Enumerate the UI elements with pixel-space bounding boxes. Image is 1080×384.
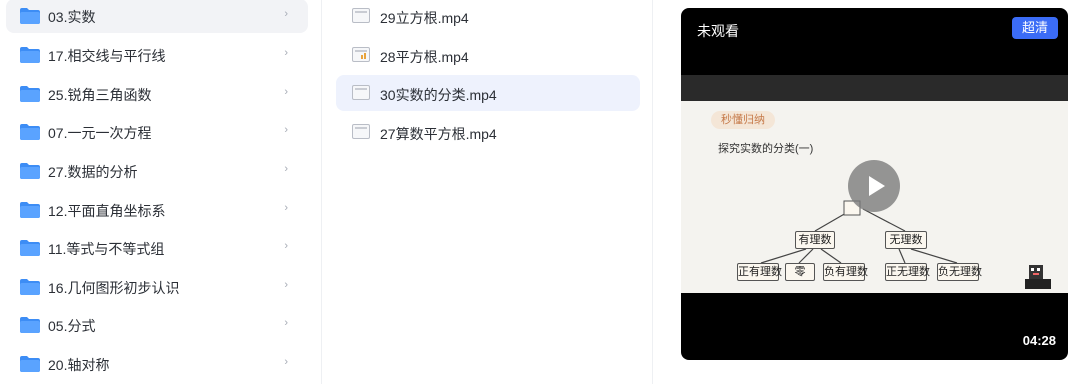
folder-icon (20, 317, 40, 333)
video-file-icon (352, 124, 370, 139)
chevron-right-icon: › (284, 8, 288, 20)
file-label: 29立方根.mp4 (380, 10, 469, 26)
folder-icon (20, 86, 40, 102)
folder-item[interactable]: 27.数据的分析 › (6, 154, 308, 188)
chevron-right-icon: › (284, 317, 288, 329)
folder-item[interactable]: 17.相交线与平行线 › (6, 38, 308, 72)
chevron-right-icon: › (284, 163, 288, 175)
folder-icon (20, 124, 40, 140)
video-duration: 04:28 (1022, 333, 1056, 348)
folder-list: 03.实数 › 17.相交线与平行线 › 25.锐角三角函数 › 07.一元一次… (0, 0, 322, 384)
chevron-right-icon: › (284, 279, 288, 291)
file-label: 27算数平方根.mp4 (380, 126, 497, 142)
chevron-right-icon: › (284, 124, 288, 136)
folder-label: 07.一元一次方程 (48, 125, 152, 141)
file-label: 28平方根.mp4 (380, 49, 469, 65)
video-frame-band (681, 75, 1068, 101)
folder-icon (20, 240, 40, 256)
chevron-right-icon: › (284, 86, 288, 98)
folder-icon (20, 356, 40, 372)
folder-label: 03.实数 (48, 9, 96, 25)
folder-label: 17.相交线与平行线 (48, 48, 166, 64)
node-positive-irrational: 正无理数 (885, 263, 930, 281)
folder-item[interactable]: 25.锐角三角函数 › (6, 77, 308, 111)
folder-item[interactable]: 12.平面直角坐标系 › (6, 193, 308, 227)
quality-button[interactable]: 超清 (1012, 17, 1058, 39)
folder-label: 25.锐角三角函数 (48, 87, 152, 103)
play-icon (869, 176, 885, 196)
mascot-icon (1025, 265, 1051, 289)
node-negative-irrational: 负无理数 (937, 263, 982, 281)
chevron-right-icon: › (284, 240, 288, 252)
play-button[interactable] (848, 160, 900, 212)
node-negative-rational: 负有理数 (823, 263, 868, 281)
folder-item[interactable]: 16.几何图形初步认识 › (6, 270, 308, 304)
folder-icon (20, 8, 40, 24)
node-positive-rational: 正有理数 (737, 263, 782, 281)
folder-item[interactable]: 20.轴对称 › (6, 347, 308, 381)
file-item[interactable]: 29立方根.mp4 (336, 0, 640, 34)
folder-label: 05.分式 (48, 318, 96, 334)
node-zero: 零 (785, 263, 815, 281)
chevron-right-icon: › (284, 202, 288, 214)
file-label: 30实数的分类.mp4 (380, 87, 497, 103)
folder-icon (20, 47, 40, 63)
file-item[interactable]: 28平方根.mp4 (336, 37, 640, 73)
watch-status-label: 未观看 (697, 23, 739, 39)
folder-label: 12.平面直角坐标系 (48, 203, 166, 219)
node-irrational: 无理数 (885, 231, 927, 249)
folder-item[interactable]: 03.实数 › (6, 0, 308, 33)
video-file-icon (352, 85, 370, 100)
file-item[interactable]: 27算数平方根.mp4 (336, 114, 640, 150)
folder-label: 27.数据的分析 (48, 164, 138, 180)
folder-item[interactable]: 05.分式 › (6, 308, 308, 342)
chevron-right-icon: › (284, 47, 288, 59)
video-preview[interactable]: 未观看 超清 秒懂归纳 探究实数的分类(一) 有理数 无理数 正有理数 零 负有… (681, 8, 1068, 360)
node-rational: 有理数 (795, 231, 835, 249)
chevron-right-icon: › (284, 356, 288, 368)
folder-icon (20, 279, 40, 295)
folder-label: 16.几何图形初步认识 (48, 280, 180, 296)
folder-item[interactable]: 11.等式与不等式组 › (6, 231, 308, 265)
folder-icon (20, 202, 40, 218)
video-file-icon (352, 47, 370, 62)
folder-label: 20.轴对称 (48, 357, 110, 373)
file-list: 29立方根.mp4 28平方根.mp4 30实数的分类.mp4 27算数平方根.… (323, 0, 653, 384)
file-item[interactable]: 30实数的分类.mp4 (336, 75, 640, 111)
folder-icon (20, 163, 40, 179)
folder-label: 11.等式与不等式组 (48, 241, 165, 257)
video-file-icon (352, 8, 370, 23)
folder-item[interactable]: 07.一元一次方程 › (6, 115, 308, 149)
